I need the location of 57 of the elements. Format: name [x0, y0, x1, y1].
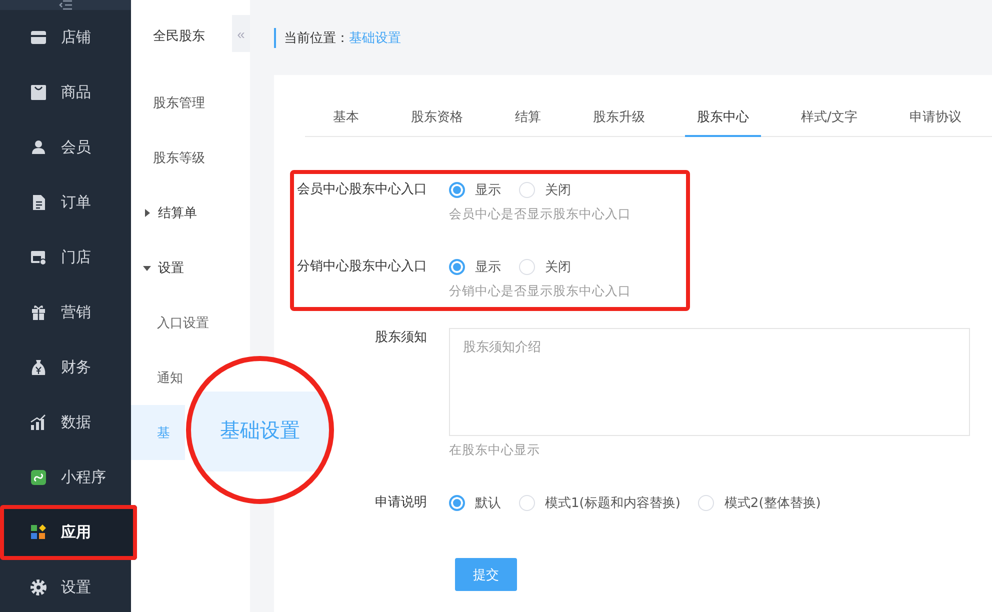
submenu-item[interactable]: 设置: [131, 240, 250, 295]
nav-item[interactable]: 财务: [0, 340, 131, 395]
radio-option[interactable]: 模式2(整体替换): [698, 494, 821, 512]
shop-icon: [30, 249, 47, 266]
radio-option[interactable]: 显示: [449, 258, 501, 276]
radio-option[interactable]: 显示: [449, 181, 501, 199]
nav-item[interactable]: 营销: [0, 285, 131, 340]
money-bag-icon: [30, 359, 47, 376]
submenu-label: 设置: [158, 260, 184, 276]
radio-option[interactable]: 默认: [449, 494, 501, 512]
settings-icon: [30, 579, 47, 596]
mini-program-icon: [30, 469, 47, 486]
nav-item[interactable]: 数据: [0, 395, 131, 450]
tab[interactable]: 基本: [321, 99, 371, 137]
nav-item[interactable]: 商品: [0, 65, 131, 120]
submenu-item[interactable]: 股东等级: [131, 130, 250, 185]
user-icon: [30, 139, 47, 156]
store-icon: [30, 29, 47, 46]
radio-option[interactable]: 模式1(标题和内容替换): [519, 494, 680, 512]
submenu-label: 结算单: [158, 204, 197, 222]
radio-option[interactable]: 关闭: [519, 258, 571, 276]
tab[interactable]: 申请协议: [897, 99, 974, 137]
nav-item[interactable]: 小程序: [0, 450, 131, 505]
submenu-item[interactable]: 结算单: [131, 185, 250, 240]
menu-icon[interactable]: [58, 0, 72, 10]
nav-item[interactable]: 会员: [0, 120, 131, 175]
nav-item[interactable]: 订单: [0, 175, 131, 230]
caret-icon: [143, 208, 151, 216]
bar-chart-icon: [30, 414, 47, 431]
nav-item[interactable]: 门店: [0, 230, 131, 285]
caret-icon: [143, 264, 151, 272]
breadcrumb-label: 当前位置：: [284, 30, 349, 47]
field-label: 股东须知: [374, 329, 428, 347]
submenu-item[interactable]: 入口设置: [131, 295, 211, 350]
nav-item[interactable]: 设置: [0, 560, 131, 612]
submenu-title: 全民股东: [152, 28, 206, 46]
tab[interactable]: 样式/文字: [789, 99, 870, 137]
document-icon: [30, 194, 47, 211]
bag-icon: [30, 84, 47, 101]
nav-item[interactable]: 店铺: [0, 10, 131, 65]
help-text: 分销中心是否显示股东中心入口: [449, 282, 631, 300]
submenu-item[interactable]: 股东管理: [131, 75, 250, 130]
gift-icon: [30, 304, 47, 321]
tab[interactable]: 股东中心: [685, 99, 761, 137]
tab[interactable]: 股东资格: [399, 99, 475, 137]
field-label: 分销中心股东中心入口: [296, 258, 428, 276]
submenu-item[interactable]: 通知: [131, 350, 185, 405]
help-text: 在股东中心显示: [449, 441, 541, 459]
apps-icon: [30, 524, 47, 541]
help-text: 会员中心是否显示股东中心入口: [449, 205, 631, 223]
tab[interactable]: 结算: [503, 99, 553, 137]
highlighted-nav-item[interactable]: 应用: [0, 505, 137, 560]
field-label: 申请说明: [374, 494, 428, 512]
text-area[interactable]: 股东须知介绍: [449, 328, 970, 436]
field-label: 会员中心股东中心入口: [296, 181, 428, 199]
radio-option[interactable]: 关闭: [519, 181, 571, 199]
tab[interactable]: 股东升级: [581, 99, 657, 137]
